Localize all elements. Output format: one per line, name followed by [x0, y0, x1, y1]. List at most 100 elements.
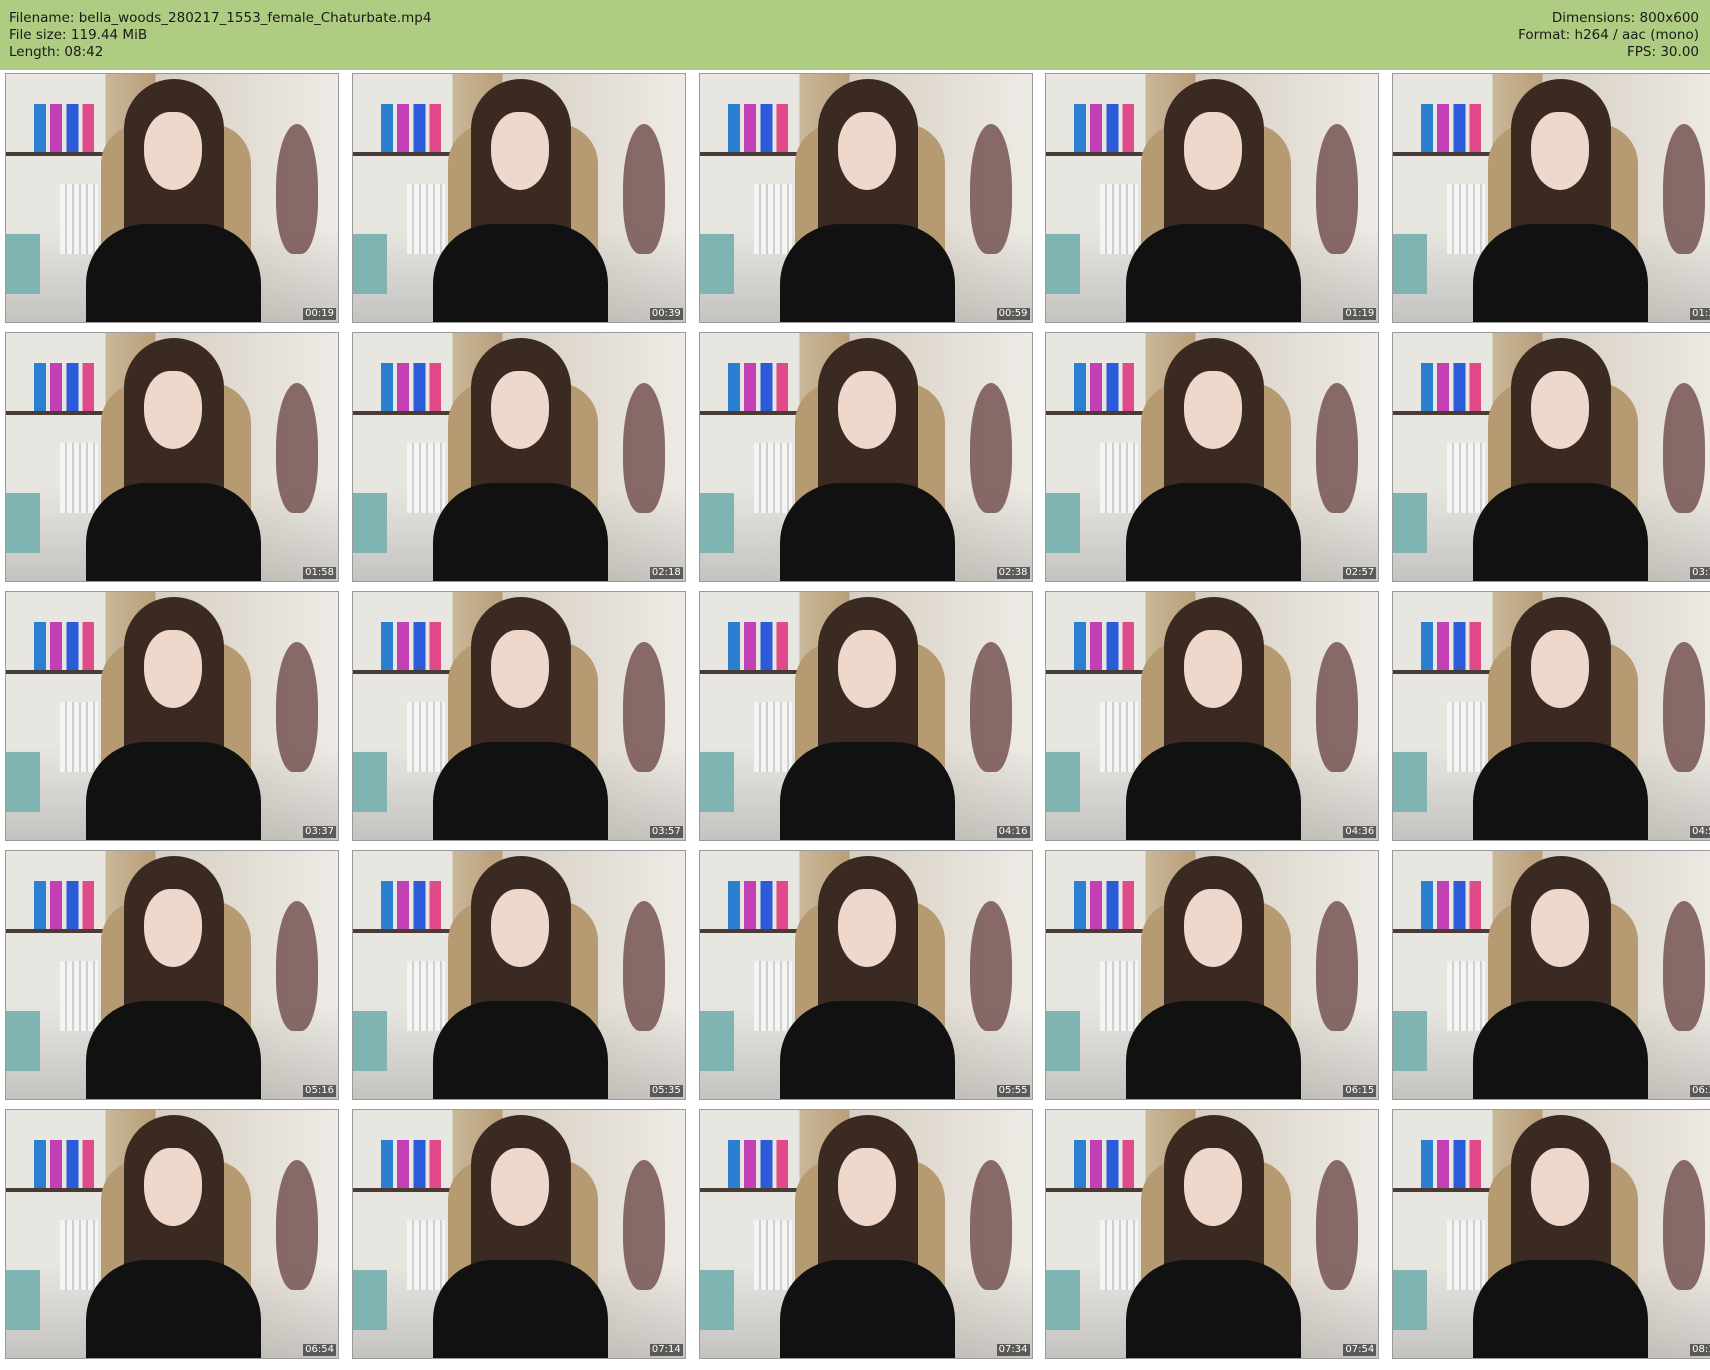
frame-art — [969, 124, 1012, 254]
thumbnail-frame: 01:38 — [1392, 73, 1710, 323]
frame-radiator — [406, 184, 445, 254]
frame-face — [1184, 1148, 1243, 1226]
frame-torso — [1126, 224, 1302, 322]
thumbnail-frame: 01:19 — [1045, 73, 1380, 323]
frame-radiator — [753, 184, 792, 254]
frame-art — [969, 642, 1012, 772]
thumbnail-timestamp: 07:14 — [649, 1344, 683, 1356]
frame-face — [1184, 371, 1243, 449]
frame-box — [1393, 752, 1427, 812]
frame-radiator — [60, 961, 98, 1031]
frame-radiator — [1447, 1220, 1485, 1290]
frame-bottles — [34, 622, 94, 670]
frame-shelf — [1046, 152, 1147, 156]
frame-radiator — [1100, 184, 1139, 254]
frame-box — [352, 1011, 387, 1071]
thumbnail-frame: 03:17 — [1392, 332, 1710, 582]
frame-torso — [86, 742, 261, 840]
frame-torso — [1473, 742, 1648, 840]
frame-bottles — [727, 1140, 788, 1188]
thumbnail-timestamp: 00:19 — [303, 308, 336, 320]
frame-shelf — [699, 929, 800, 933]
frame-art — [1316, 124, 1359, 254]
frame-face — [837, 371, 896, 449]
thumbnail-timestamp: 01:19 — [1343, 308, 1377, 320]
dimensions-text: Dimensions: 800x600 — [1551, 10, 1699, 26]
thumbnail-frame: 00:39 — [351, 73, 686, 323]
frame-torso — [432, 1001, 608, 1099]
frame-face — [1531, 371, 1589, 449]
frame-shelf — [1393, 411, 1493, 415]
frame-art — [1663, 901, 1705, 1031]
frame-torso — [1126, 1260, 1302, 1358]
length-text: Length: 08:42 — [9, 44, 104, 60]
thumbnail-frame: 07:14 — [351, 1109, 686, 1359]
thumbnail-frame: 07:54 — [1045, 1109, 1380, 1359]
thumbnail-frame: 00:59 — [698, 73, 1033, 323]
file-info: Filename: bella_woods_280217_1553_female… — [9, 10, 431, 61]
frame-bottles — [1074, 104, 1135, 152]
thumbnail-frame: 06:54 — [5, 1109, 339, 1359]
frame-box — [699, 234, 734, 294]
frame-radiator — [753, 961, 792, 1031]
thumbnail-frame: 06:35 — [1392, 850, 1710, 1100]
frame-shelf — [1046, 670, 1147, 674]
frame-art — [1663, 642, 1705, 772]
frame-box — [699, 1270, 734, 1330]
thumbnail-timestamp: 03:17 — [1690, 567, 1710, 579]
frame-shelf — [6, 411, 106, 415]
frame-bottles — [380, 622, 441, 670]
frame-torso — [779, 224, 955, 322]
frame-art — [276, 901, 318, 1031]
thumbnail-frame: 01:58 — [5, 332, 339, 582]
frame-art — [1316, 383, 1359, 513]
thumbnail-frame: 08:13 — [1392, 1109, 1710, 1359]
thumbnail-timestamp: 03:37 — [303, 826, 336, 838]
thumbnail-timestamp: 02:57 — [1343, 567, 1377, 579]
frame-shelf — [699, 1188, 800, 1192]
frame-shelf — [6, 929, 106, 933]
frame-radiator — [1100, 443, 1139, 513]
thumbnail-timestamp: 02:38 — [996, 567, 1030, 579]
frame-art — [276, 124, 318, 254]
frame-box — [352, 234, 387, 294]
frame-bottles — [1421, 363, 1481, 411]
frame-art — [622, 124, 665, 254]
frame-radiator — [60, 1220, 98, 1290]
frame-face — [1184, 112, 1243, 190]
frame-shelf — [1046, 929, 1147, 933]
frame-box — [352, 1270, 387, 1330]
frame-torso — [1126, 742, 1302, 840]
frame-face — [1531, 889, 1589, 967]
frame-shelf — [352, 411, 453, 415]
frame-face — [490, 889, 549, 967]
filename-text: Filename: bella_woods_280217_1553_female… — [9, 10, 432, 26]
frame-torso — [779, 1260, 955, 1358]
frame-art — [622, 642, 665, 772]
frame-bottles — [34, 104, 94, 152]
frame-torso — [432, 224, 608, 322]
frame-art — [1316, 901, 1359, 1031]
frame-art — [276, 1160, 318, 1290]
frame-face — [1531, 630, 1589, 708]
thumbnail-frame: 03:57 — [351, 591, 686, 841]
thumbnail-frame: 05:55 — [698, 850, 1033, 1100]
frame-torso — [1473, 224, 1648, 322]
frame-art — [622, 1160, 665, 1290]
frame-box — [699, 752, 734, 812]
frame-art — [969, 1160, 1012, 1290]
frame-radiator — [406, 961, 445, 1031]
frame-box — [6, 1270, 40, 1330]
frame-box — [6, 1011, 40, 1071]
thumbnail-frame: 04:56 — [1392, 591, 1710, 841]
frame-torso — [432, 742, 608, 840]
frame-box — [6, 752, 40, 812]
frame-face — [1531, 112, 1589, 190]
frame-box — [1393, 234, 1427, 294]
frame-bottles — [727, 881, 788, 929]
frame-box — [699, 493, 734, 553]
thumbnail-frame: 06:15 — [1045, 850, 1380, 1100]
frame-radiator — [753, 1220, 792, 1290]
format-text: Format: h264 / aac (mono) — [1518, 27, 1699, 43]
frame-shelf — [352, 670, 453, 674]
